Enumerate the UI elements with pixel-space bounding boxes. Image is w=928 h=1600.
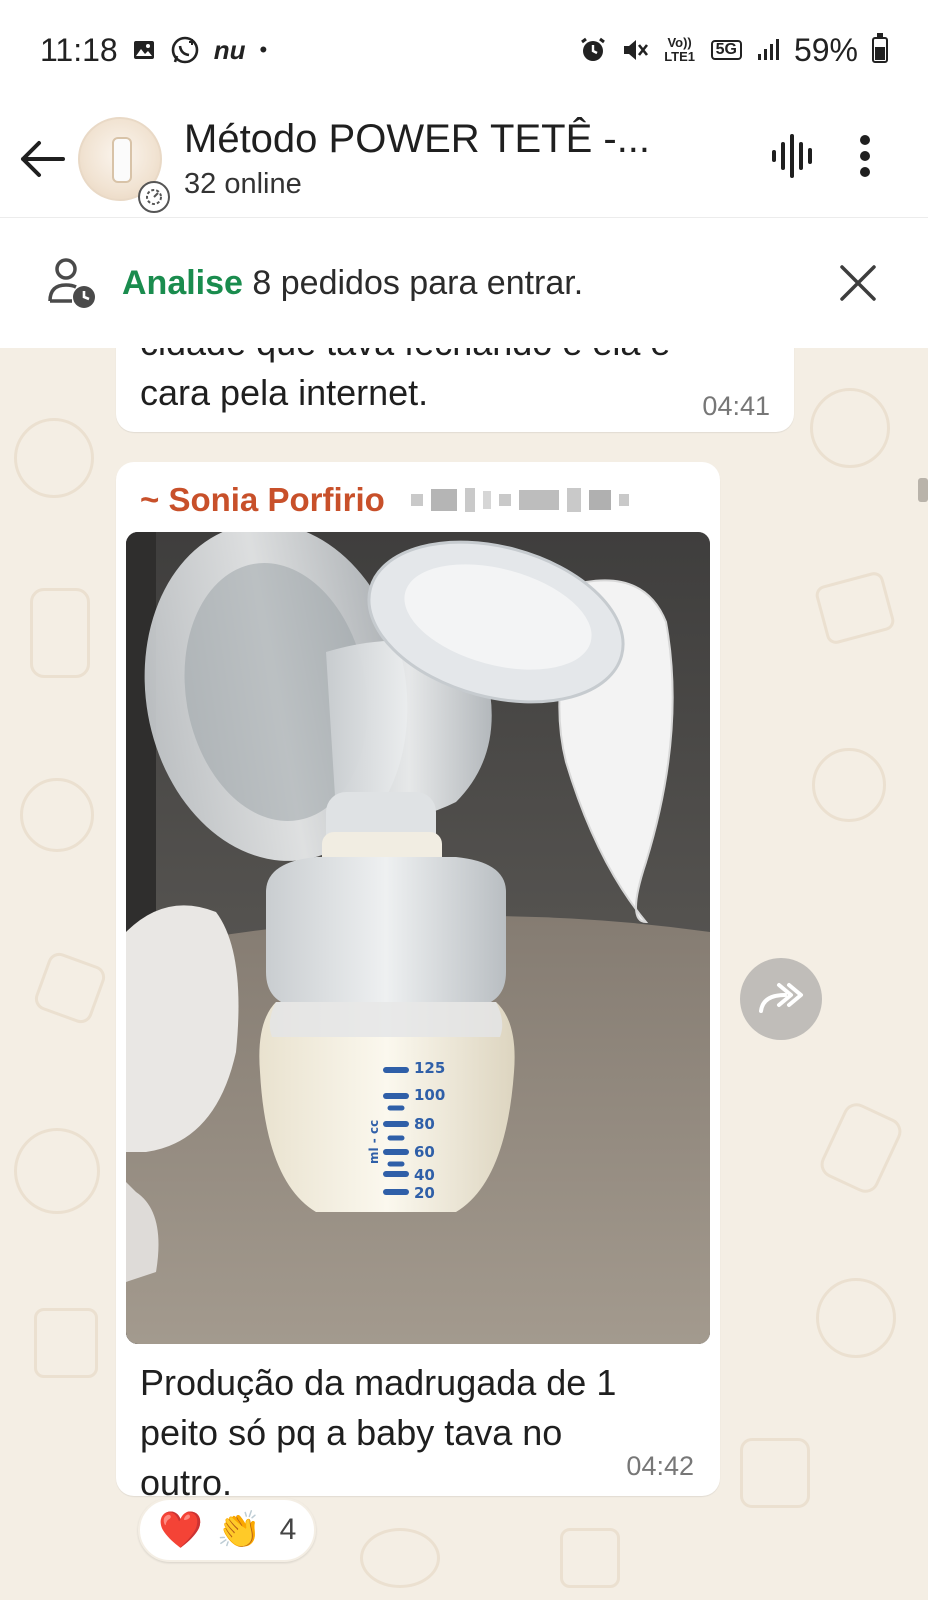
audio-wave-icon: [772, 134, 812, 178]
message-photo[interactable]: 125 100 80 60 40 20 ml - cc: [126, 532, 710, 1344]
back-button[interactable]: [0, 117, 84, 201]
volume-unit-label: ml - cc: [367, 1120, 381, 1164]
dismiss-banner-button[interactable]: [828, 253, 888, 313]
whatsapp-icon: [170, 35, 200, 65]
wallpaper-doodle: [31, 949, 109, 1027]
join-requests-text: Analise 8 pedidos para entrar.: [122, 264, 828, 303]
header-actions: [770, 134, 872, 183]
sender-name[interactable]: ~ Sonia Porfirio: [140, 481, 385, 519]
chat-area[interactable]: cidade que tava fechando e ela é cara pe…: [0, 348, 928, 1600]
avatar-image: [112, 136, 132, 183]
wallpaper-doodle: [815, 1098, 907, 1198]
wallpaper-doodle: [560, 1528, 620, 1588]
volume-label: 100: [414, 1086, 445, 1104]
volume-label: 60: [414, 1143, 435, 1161]
wallpaper-doodle: [14, 418, 94, 498]
message-time: 04:42: [626, 1451, 694, 1481]
forward-button[interactable]: [740, 958, 822, 1040]
chat-header: Método POWER TETÊ -... 32 online: [0, 100, 928, 218]
online-count: 32 online: [184, 167, 302, 200]
more-vert-icon: [860, 135, 870, 177]
status-time: 11:18: [40, 31, 118, 68]
battery-icon: [872, 33, 888, 63]
wallpaper-doodle: [20, 778, 94, 852]
wallpaper-doodle: [810, 388, 890, 468]
status-dot: •: [259, 37, 268, 62]
wallpaper-doodle: [816, 1278, 896, 1358]
requests-count-text: 8 pedidos para entrar.: [242, 263, 584, 302]
status-left: 11:18 nu •: [40, 32, 267, 69]
network-label: 5G: [710, 40, 742, 60]
wallpaper-doodle: [740, 1438, 810, 1508]
image-message-bubble[interactable]: ~ Sonia Porfirio 125 100 80 60 40 20 ml …: [116, 462, 720, 1503]
arrow-left-icon: [21, 140, 65, 177]
wallpaper-doodle: [813, 569, 897, 647]
status-bar: 11:18 nu • Vo)) LTE1 5G 59%: [0, 0, 928, 100]
wallpaper-doodle: [360, 1528, 440, 1588]
wallpaper-doodle: [812, 748, 886, 822]
redacted-phone: [410, 488, 629, 512]
volume-label: 20: [414, 1184, 435, 1202]
join-requests-banner[interactable]: Analise 8 pedidos para entrar.: [0, 218, 928, 348]
status-right: Vo)) LTE1 5G 59%: [579, 32, 888, 69]
wallpaper-doodle: [14, 1128, 100, 1214]
heart-reaction: ❤️: [158, 1509, 203, 1550]
group-title: Método POWER TETÊ -...: [184, 116, 651, 161]
person-clock-icon: [48, 258, 95, 308]
image-icon: [132, 38, 156, 62]
reaction-count: 4: [279, 1513, 297, 1546]
volume-label: 125: [414, 1059, 445, 1077]
mute-icon: [621, 36, 649, 64]
sender-row: ~ Sonia Porfirio: [140, 478, 629, 522]
close-icon: [840, 265, 876, 301]
wallpaper-doodle: [30, 588, 90, 678]
forward-icon: [759, 983, 803, 1013]
message-time: 04:41: [702, 391, 770, 421]
group-avatar[interactable]: [78, 116, 170, 213]
voice-chat-button[interactable]: [770, 134, 818, 183]
volume-label: 40: [414, 1166, 435, 1184]
volume-label: 80: [414, 1115, 435, 1133]
review-link[interactable]: Analise: [122, 264, 243, 302]
breast-pump-photo: 125 100 80 60 40 20 ml - cc: [126, 532, 710, 1344]
signal-icon: [756, 38, 780, 62]
message-bubble[interactable]: cidade que tava fechando e ela é cara pe…: [116, 348, 794, 432]
header-info[interactable]: Método POWER TETÊ -... 32 online: [184, 117, 770, 201]
reactions-pill[interactable]: ❤️ 👏 4: [138, 1498, 317, 1562]
more-options-button[interactable]: [858, 134, 872, 183]
message-text: Produção da madrugada de 1 peito só pq a…: [140, 1362, 617, 1503]
message-text: cidade que tava fechando e ela é cara pe…: [140, 348, 670, 413]
clap-reaction: 👏: [216, 1509, 262, 1550]
wallpaper-doodle: [34, 1308, 98, 1378]
alarm-icon: [579, 36, 607, 64]
scrollbar-thumb[interactable]: [918, 478, 928, 502]
volte-label: Vo)) LTE1: [664, 35, 696, 64]
timer-icon: [138, 180, 170, 213]
app-label: nu: [213, 34, 246, 65]
battery-percent: 59%: [793, 31, 858, 68]
